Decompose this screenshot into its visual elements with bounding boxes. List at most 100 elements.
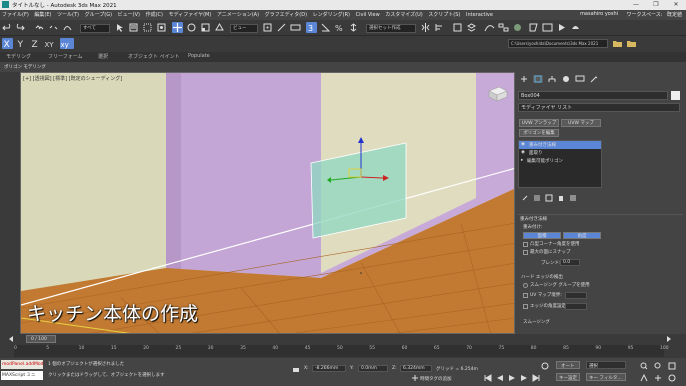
menu-graph-editors[interactable]: グラフエディタ(D) bbox=[263, 10, 309, 20]
uvw-map-button[interactable]: UVW マップ bbox=[561, 119, 601, 127]
pin-stack-icon[interactable] bbox=[521, 194, 529, 202]
perspective-viewport[interactable]: [+] [透視図] [標準] [既定のシェーディング] キッチン本体の作成 bbox=[20, 72, 515, 334]
edge-spinner[interactable] bbox=[565, 303, 587, 310]
project-path-field[interactable]: C:\Users\yoshida\Documents\3ds Max 2021 bbox=[508, 39, 608, 48]
create-tab-icon[interactable] bbox=[519, 75, 529, 83]
reference-coordinate-dropdown[interactable]: ビュー bbox=[230, 24, 258, 33]
go-to-start-icon[interactable] bbox=[484, 374, 492, 382]
next-key-icon[interactable] bbox=[520, 374, 528, 382]
fov-icon[interactable] bbox=[640, 373, 648, 382]
stack-item-chamfer[interactable]: ◉ 面取り bbox=[519, 149, 601, 157]
pan-icon[interactable] bbox=[654, 374, 662, 382]
object-name-field[interactable]: Box004 bbox=[518, 91, 668, 100]
redo-icon[interactable] bbox=[14, 22, 25, 33]
x-coord-field[interactable]: -8.266mm bbox=[312, 365, 346, 372]
key-mode-icon[interactable] bbox=[540, 362, 550, 370]
close-button[interactable]: ✕ bbox=[666, 0, 686, 10]
project-folder-icon[interactable] bbox=[612, 38, 623, 49]
modify-tab-icon[interactable] bbox=[533, 75, 543, 83]
select-manipulate-icon[interactable] bbox=[276, 22, 287, 33]
minimize-button[interactable]: — bbox=[626, 0, 646, 10]
angle-checkbox[interactable] bbox=[523, 242, 528, 247]
menu-animation[interactable]: アニメーション(A) bbox=[215, 10, 261, 20]
y-coord-field[interactable]: 0.0mm bbox=[358, 365, 388, 372]
utilities-tab-icon[interactable] bbox=[589, 75, 599, 83]
select-and-place-icon[interactable] bbox=[214, 22, 225, 33]
select-by-name-icon[interactable] bbox=[128, 22, 139, 33]
menu-edit[interactable]: 編集(E) bbox=[32, 10, 53, 20]
menu-scripting[interactable]: スクリプト(S) bbox=[426, 10, 462, 20]
uvw-unwrap-button[interactable]: UVW アンラップ bbox=[519, 119, 559, 127]
hard-edge-title[interactable]: ハード エッジの検出 bbox=[521, 274, 563, 280]
xy-plane-constraint-icon[interactable]: XY bbox=[44, 38, 58, 49]
pivot-center-icon[interactable] bbox=[262, 22, 273, 33]
undo-icon[interactable] bbox=[2, 22, 13, 33]
menu-civil-view[interactable]: Civil View bbox=[354, 10, 382, 20]
motion-tab-icon[interactable] bbox=[561, 75, 571, 83]
show-end-result-icon[interactable] bbox=[533, 194, 541, 202]
layer-explorer-icon[interactable] bbox=[466, 22, 477, 33]
hierarchy-tab-icon[interactable] bbox=[547, 75, 557, 83]
menu-interactive[interactable]: Interactive bbox=[464, 10, 495, 20]
menu-modifiers[interactable]: モディファイヤ(M) bbox=[167, 10, 214, 20]
menu-customize[interactable]: カスタマイズ(U) bbox=[383, 10, 424, 20]
x-axis-constraint-icon[interactable]: X bbox=[2, 38, 13, 50]
maxscript-mini-field[interactable]: MAXScript ミニ bbox=[1, 371, 43, 380]
modifier-list-dropdown[interactable]: モディファイヤ リスト bbox=[518, 103, 680, 112]
ribbon-tab-modeling[interactable]: モデリング bbox=[6, 53, 31, 60]
maximize-button[interactable]: ❐ bbox=[646, 0, 666, 10]
y-axis-constraint-icon[interactable]: Y bbox=[16, 38, 27, 50]
uv-spinner[interactable] bbox=[565, 292, 587, 299]
weight-area-button[interactable]: 面積 bbox=[523, 232, 561, 239]
weight-angle-button[interactable]: 角度 bbox=[563, 232, 601, 239]
blend-spinner[interactable]: 0.0 bbox=[560, 259, 580, 266]
xy-plane-toggle-icon[interactable]: xy bbox=[60, 38, 74, 49]
configure-sets-icon[interactable] bbox=[569, 194, 577, 202]
go-to-end-icon[interactable] bbox=[532, 374, 540, 382]
smoothing-radio[interactable] bbox=[523, 283, 528, 288]
previous-key-icon[interactable] bbox=[496, 374, 504, 382]
align-icon[interactable] bbox=[434, 22, 445, 33]
menu-file[interactable]: ファイル(F) bbox=[0, 10, 31, 20]
select-and-scale-icon[interactable] bbox=[200, 22, 211, 33]
eye-icon[interactable]: ◉ bbox=[521, 150, 525, 155]
make-unique-icon[interactable] bbox=[545, 194, 553, 202]
prev-frame-icon[interactable] bbox=[8, 336, 14, 342]
edge-checkbox[interactable] bbox=[523, 304, 528, 309]
percent-snap-icon[interactable]: % bbox=[334, 22, 345, 33]
ribbon-tab-selection[interactable]: 選択 bbox=[98, 53, 108, 60]
render-setup-icon[interactable] bbox=[528, 22, 539, 33]
viewport-label[interactable]: [+] [透視図] [標準] [既定のシェーディング] bbox=[23, 75, 122, 82]
curve-editor-icon[interactable] bbox=[484, 22, 495, 33]
auto-key-button[interactable]: オート bbox=[556, 361, 580, 369]
zoom-extents-icon[interactable] bbox=[668, 362, 676, 370]
render-online-icon[interactable] bbox=[570, 22, 581, 33]
select-object-icon[interactable] bbox=[114, 22, 125, 33]
snap-checkbox[interactable] bbox=[523, 250, 528, 255]
time-slider[interactable]: 0 / 100 bbox=[26, 335, 56, 343]
spinner-snap-icon[interactable] bbox=[348, 22, 359, 33]
next-frame-icon[interactable] bbox=[666, 336, 672, 342]
z-coord-field[interactable]: 6.324mm bbox=[400, 365, 432, 372]
snaps-toggle-icon[interactable]: 3 bbox=[306, 22, 317, 33]
ribbon-sub-label[interactable]: ポリゴン モデリング bbox=[4, 64, 46, 70]
menu-view[interactable]: ビュー(V) bbox=[116, 10, 142, 20]
orbit-icon[interactable] bbox=[668, 374, 676, 382]
select-and-move-icon[interactable] bbox=[172, 22, 183, 33]
stack-item-editable-poly[interactable]: ▸ 編集可能ポリゴン bbox=[519, 157, 601, 165]
script-listener-field[interactable]: modPanel.addMod bbox=[1, 360, 44, 369]
workspace-dropdown[interactable]: 既定値 bbox=[667, 12, 682, 18]
play-icon[interactable] bbox=[508, 374, 516, 382]
mirror-icon[interactable] bbox=[420, 22, 431, 33]
uv-checkbox[interactable] bbox=[523, 293, 528, 298]
schematic-view-icon[interactable] bbox=[498, 22, 509, 33]
menu-rendering[interactable]: レンダリング(R) bbox=[311, 10, 352, 20]
z-axis-constraint-icon[interactable]: Z bbox=[30, 38, 41, 50]
ribbon-tab-populate[interactable]: Populate bbox=[188, 53, 210, 59]
render-production-icon[interactable] bbox=[556, 22, 567, 33]
menu-tools[interactable]: ツール(T) bbox=[55, 10, 81, 20]
angle-snap-icon[interactable] bbox=[320, 22, 331, 33]
menu-create[interactable]: 作成(C) bbox=[144, 10, 165, 20]
expand-arrow-icon[interactable]: ▸ bbox=[521, 158, 523, 163]
stack-item-weighted-normals[interactable]: ◉ 重み付き法線 bbox=[519, 141, 601, 149]
